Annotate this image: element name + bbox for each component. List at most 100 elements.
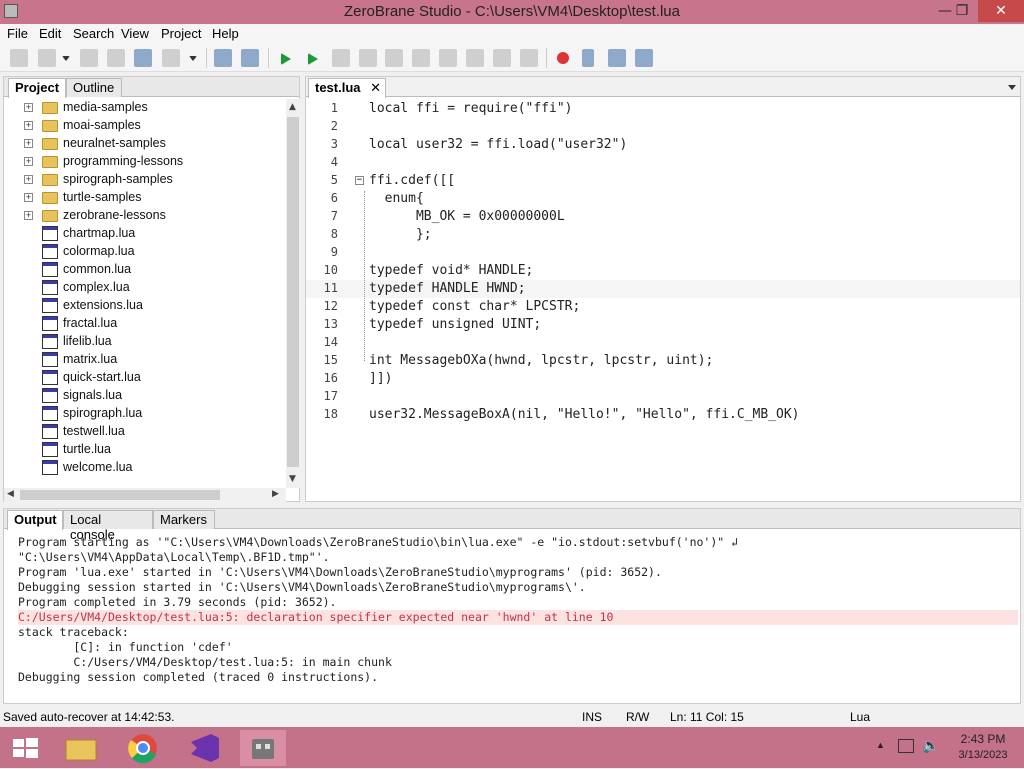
tree-file-item[interactable]: welcome.lua [4,459,286,477]
scroll-right-icon[interactable]: ▶ [272,489,279,499]
tree-file-item[interactable]: extensions.lua [4,297,286,315]
code-line[interactable]: 5 − ffi.cdef([[ [306,172,1020,190]
code-line[interactable]: 16]]) [306,370,1020,388]
open-dropdown-icon[interactable] [62,56,70,61]
restore-button[interactable]: ❐ [945,0,979,22]
taskbar-chrome[interactable] [120,730,166,766]
tree-vertical-scrollbar[interactable]: ▲ ▼ [286,99,300,488]
code-line[interactable]: 8 }; [306,226,1020,244]
break-icon[interactable] [493,49,511,67]
continue-icon[interactable] [520,49,538,67]
expand-icon[interactable]: + [24,139,33,148]
tree-file-item[interactable]: spirograph.lua [4,405,286,423]
tree-file-item[interactable]: testwell.lua [4,423,286,441]
expand-icon[interactable]: + [24,211,33,220]
tab-output[interactable]: Output [7,510,63,530]
code-line[interactable]: 9 [306,244,1020,262]
tree-file-item[interactable]: quick-start.lua [4,369,286,387]
save-icon[interactable] [80,49,98,67]
tree-file-item[interactable]: common.lua [4,261,286,279]
start-debugging-icon[interactable] [281,53,291,65]
tab-outline[interactable]: Outline [66,78,122,97]
tab-markers[interactable]: Markers [153,510,215,529]
step-over-icon[interactable] [412,49,430,67]
scrollbar-thumb[interactable] [20,490,220,500]
open-file-icon[interactable] [38,49,56,67]
tree-file-item[interactable]: complex.lua [4,279,286,297]
watch-icon[interactable] [608,49,626,67]
tab-local-console[interactable]: Local console [63,510,153,542]
tree-file-item[interactable]: matrix.lua [4,351,286,369]
speaker-icon[interactable]: 🔈 [922,737,939,754]
run-to-cursor-icon[interactable] [332,49,350,67]
tree-file-item[interactable]: chartmap.lua [4,225,286,243]
menu-help[interactable]: Help [212,26,239,41]
expand-icon[interactable]: + [24,193,33,202]
tree-file-item[interactable]: lifelib.lua [4,333,286,351]
tree-folder-item[interactable]: + zerobrane-lessons [4,207,286,225]
code-line[interactable]: 2 [306,118,1020,136]
tree-folder-item[interactable]: + moai-samples [4,117,286,135]
stop-icon[interactable] [359,49,377,67]
taskbar-file-explorer[interactable] [58,730,104,766]
tab-test-lua[interactable]: test.lua ✕ [308,78,386,98]
bookmark-icon[interactable] [582,49,594,67]
code-line[interactable]: 1 local ffi = require("ffi") [306,100,1020,118]
scroll-up-icon[interactable]: ▲ [289,102,296,112]
tree-file-item[interactable]: turtle.lua [4,441,286,459]
scrollbar-thumb[interactable] [287,117,299,467]
code-line[interactable]: 10 typedef void* HANDLE; [306,262,1020,280]
code-line[interactable]: 18 user32.MessageBoxA(nil, "Hello!", "Hel… [306,406,1020,424]
tree-folder-item[interactable]: + turtle-samples [4,189,286,207]
expand-icon[interactable]: + [24,103,33,112]
menu-edit[interactable]: Edit [39,26,61,41]
code-line[interactable]: 11 typedef HANDLE HWND; [306,280,1020,298]
run-icon[interactable] [308,53,318,65]
scroll-left-icon[interactable]: ◀ [7,489,14,499]
code-line[interactable]: 12 typedef const char* LPCSTR; [306,298,1020,316]
step-into-icon[interactable] [385,49,403,67]
menu-project[interactable]: Project [161,26,201,41]
tree-folder-item[interactable]: + neuralnet-samples [4,135,286,153]
recent-projects-icon[interactable] [162,49,180,67]
code-line[interactable]: 7 MB_OK = 0x00000000L [306,208,1020,226]
scroll-down-icon[interactable]: ▼ [289,474,296,484]
new-file-icon[interactable] [10,49,28,67]
start-button[interactable] [2,730,48,766]
projects-dropdown-icon[interactable] [189,56,197,61]
close-tab-icon[interactable]: ✕ [370,80,381,96]
project-directory-icon[interactable] [134,49,152,67]
tree-file-item[interactable]: fractal.lua [4,315,286,333]
taskbar-visual-studio[interactable] [181,730,227,766]
menu-file[interactable]: File [7,26,28,41]
tree-file-item[interactable]: signals.lua [4,387,286,405]
tab-project[interactable]: Project [8,78,66,98]
menu-search[interactable]: Search [73,26,114,41]
code-line[interactable]: 3 local user32 = ffi.load("user32") [306,136,1020,154]
fold-toggle-icon[interactable]: − [355,176,364,185]
tabs-dropdown-icon[interactable] [1008,85,1016,90]
tree-folder-item[interactable]: + spirograph-samples [4,171,286,189]
trace-icon[interactable] [466,49,484,67]
tree-folder-item[interactable]: + programming-lessons [4,153,286,171]
find-icon[interactable] [214,49,232,67]
find-in-files-icon[interactable] [241,49,259,67]
step-out-icon[interactable] [439,49,457,67]
tray-show-hidden-icon[interactable]: ▲ [876,740,885,750]
code-line[interactable]: 6 enum{ [306,190,1020,208]
breakpoint-icon[interactable] [557,52,569,64]
expand-icon[interactable]: + [24,175,33,184]
code-area[interactable]: 1 local ffi = require("ffi") 2 3 local user3… [306,100,1020,500]
code-line[interactable]: 14 [306,334,1020,352]
expand-icon[interactable]: + [24,121,33,130]
code-line[interactable]: 13 typedef unsigned UINT; [306,316,1020,334]
menu-view[interactable]: View [121,26,149,41]
tree-folder-item[interactable]: + media-samples [4,99,286,117]
network-icon[interactable] [898,739,914,753]
close-button[interactable]: ✕ [978,0,1024,22]
clock[interactable]: 2:43 PM 3/13/2023 [948,732,1018,761]
code-line[interactable]: 4 [306,154,1020,172]
taskbar-zerobrane[interactable] [240,730,286,766]
code-line[interactable]: 17 [306,388,1020,406]
output-text[interactable]: Program starting as '"C:\Users\VM4\Downl… [4,533,1020,703]
